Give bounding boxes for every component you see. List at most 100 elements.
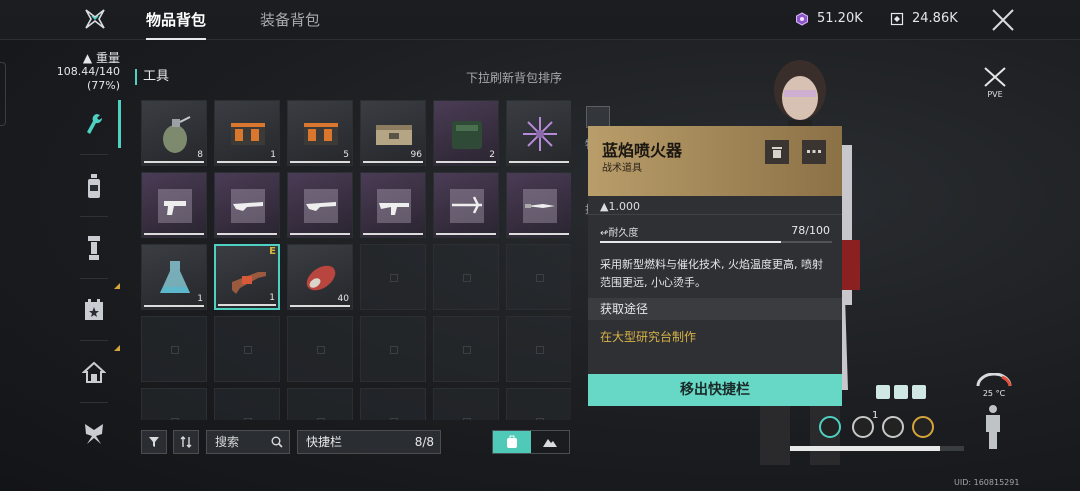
wrench-icon	[87, 114, 103, 134]
sidebar-item-materials[interactable]	[80, 234, 108, 262]
sidebar-divider	[80, 216, 108, 217]
inventory-slot[interactable]: 40	[287, 244, 353, 310]
quickbar-count: 8/8	[414, 435, 434, 449]
empty-slot[interactable]	[360, 244, 426, 310]
inventory-slot[interactable]: 1	[214, 100, 280, 166]
tab-active-indicator	[146, 38, 206, 40]
inventory-slot[interactable]	[214, 172, 280, 238]
equipped-badge: E	[269, 246, 276, 257]
durability-strip	[436, 233, 496, 235]
currency-tokens-value: 24.86K	[912, 11, 958, 26]
close-icon[interactable]	[990, 7, 1016, 33]
empty-slot[interactable]	[360, 388, 426, 420]
item-count: 1	[197, 294, 203, 304]
tab-items[interactable]: 物品背包	[146, 10, 206, 30]
inventory-slot[interactable]: 2	[433, 100, 499, 166]
sidebar-active-indicator	[118, 100, 121, 148]
sidebar-item-events[interactable]	[80, 296, 108, 324]
house-icon	[82, 361, 106, 383]
inventory-slot[interactable]	[141, 172, 207, 238]
durability-strip	[290, 161, 350, 163]
slot-placeholder-icon	[463, 274, 471, 282]
empty-slot[interactable]	[506, 388, 571, 420]
fire-buff-icon	[912, 385, 926, 399]
item-count: 40	[337, 294, 349, 304]
inventory-slot[interactable]	[360, 172, 426, 238]
filter-button[interactable]	[141, 430, 167, 454]
currency-gems-value: 51.20K	[817, 11, 863, 26]
inventory-slot[interactable]	[433, 172, 499, 238]
butterfly-icon	[85, 424, 103, 444]
slot-placeholder-icon	[536, 418, 544, 420]
inventory-slot[interactable]	[287, 172, 353, 238]
side-tab-icon[interactable]	[586, 106, 610, 128]
inventory-slot[interactable]: 1E	[214, 244, 280, 310]
inventory-slot[interactable]: 8	[141, 100, 207, 166]
quickbar-button[interactable]: 快捷栏 8/8	[297, 430, 441, 454]
empty-slot[interactable]	[214, 316, 280, 382]
empty-slot[interactable]	[433, 388, 499, 420]
body-status-icon	[986, 405, 1000, 449]
empty-slot[interactable]	[141, 316, 207, 382]
remove-from-quickbar-button[interactable]: 移出快捷栏	[588, 374, 842, 406]
thirst-ring	[882, 416, 904, 438]
sidebar-item-tools[interactable]	[80, 110, 108, 138]
slot-placeholder-icon	[390, 418, 398, 420]
mode-indicator[interactable]: PVE	[982, 66, 1008, 99]
durability-strip	[144, 161, 204, 163]
sidebar-item-consumables[interactable]	[80, 172, 108, 200]
durability-strip	[436, 161, 496, 163]
toggle-terrain[interactable]	[531, 431, 569, 453]
toggle-backpack[interactable]	[493, 431, 531, 453]
item-source[interactable]: 在大型研究台制作	[600, 328, 696, 345]
item-count: 5	[343, 150, 349, 160]
item-detail-panel: 蓝焰喷火器 战术道具 ▲1.000 ↫耐久度 78/100 采用新型燃料与催化技…	[588, 126, 842, 406]
empty-slot[interactable]	[433, 244, 499, 310]
sidebar-item-home[interactable]	[80, 358, 108, 386]
calendar-star-icon	[85, 299, 103, 320]
empty-slot[interactable]	[214, 388, 280, 420]
game-logo-icon	[85, 9, 105, 29]
item-description: 采用新型燃料与催化技术, 火焰温度更高, 喷射范围更远, 小心烫手。	[600, 258, 823, 289]
empty-slot[interactable]	[433, 316, 499, 382]
sort-button[interactable]	[173, 430, 199, 454]
empty-slot[interactable]	[506, 316, 571, 382]
durability-strip	[218, 304, 276, 306]
more-button[interactable]	[802, 140, 826, 164]
durability-strip	[217, 161, 277, 163]
durability-label: ↫耐久度	[600, 228, 639, 239]
stamina-ring	[819, 416, 841, 438]
inventory-slot[interactable]	[506, 100, 571, 166]
inventory-slot[interactable]: 1	[141, 244, 207, 310]
inventory-slot[interactable]: 96	[360, 100, 426, 166]
slot-placeholder-icon	[244, 346, 252, 354]
detail-body: ▲1.000 ↫耐久度 78/100 采用新型燃料与催化技术, 火焰温度更高, …	[588, 196, 842, 374]
empty-slot[interactable]	[141, 388, 207, 420]
rifle-blueprint-icon	[377, 189, 411, 223]
weight-label: 重量	[95, 51, 120, 65]
drawer-handle[interactable]	[0, 62, 6, 126]
discard-button[interactable]	[765, 140, 789, 164]
buff-icon	[894, 385, 908, 399]
sidebar-item-misc[interactable]	[80, 420, 108, 448]
more-icon	[807, 150, 821, 153]
durability-strip	[290, 233, 350, 235]
tab-equipment[interactable]: 装备背包	[260, 10, 320, 30]
empty-slot[interactable]	[287, 316, 353, 382]
shotgun-blueprint-icon	[231, 189, 265, 223]
empty-slot[interactable]	[360, 316, 426, 382]
refresh-hint: 下拉刷新背包排序	[466, 71, 563, 85]
item-type: 战术道具	[602, 163, 642, 174]
status-count: 1	[872, 410, 879, 421]
empty-slot[interactable]	[287, 388, 353, 420]
inventory-slot[interactable]	[506, 172, 571, 238]
inventory-screen: 物品背包 装备背包 51.20K 24.86K ▲ 重量 108.44/140 …	[0, 0, 1080, 491]
grenade-icon	[163, 116, 191, 153]
slot-placeholder-icon	[171, 418, 179, 420]
empty-slot[interactable]	[506, 244, 571, 310]
durability-strip	[363, 161, 423, 163]
durability-strip	[509, 161, 569, 163]
search-input[interactable]: 搜索	[206, 430, 290, 454]
inventory-slot[interactable]: 5	[287, 100, 353, 166]
ammo-box-icon	[231, 123, 265, 145]
